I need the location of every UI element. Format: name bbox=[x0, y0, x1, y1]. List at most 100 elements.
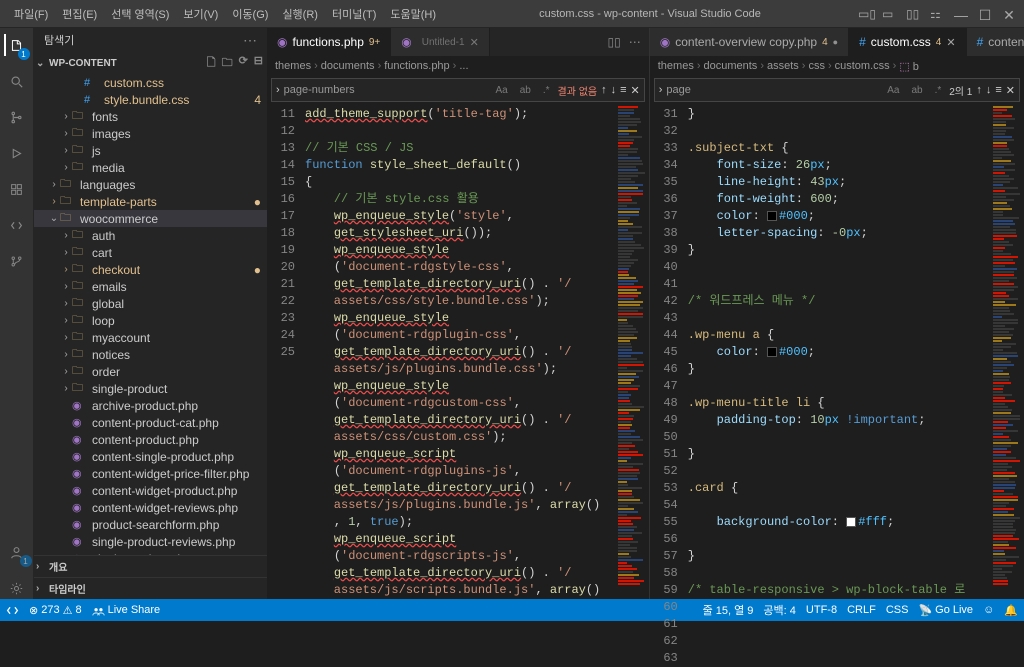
file-item[interactable]: ◉product-searchform.php bbox=[34, 516, 267, 533]
file-item[interactable]: ◉content-widget-product.php bbox=[34, 482, 267, 499]
feedback-icon[interactable]: ☺ bbox=[983, 604, 994, 616]
cursor-position[interactable]: 줄 15, 열 9 bbox=[703, 602, 754, 618]
breadcrumb-item[interactable]: assets bbox=[767, 60, 799, 72]
run-tab-icon[interactable] bbox=[6, 142, 28, 164]
folder-item[interactable]: ›🗀js bbox=[34, 142, 267, 159]
minimap-left[interactable] bbox=[617, 104, 649, 599]
whole-word-icon[interactable]: ab bbox=[907, 83, 926, 98]
customize-icon[interactable]: ⚏ bbox=[930, 7, 944, 21]
code-editor-left[interactable]: 111213141516171819202122232425 add_theme… bbox=[267, 104, 649, 599]
file-item[interactable]: #custom.css bbox=[34, 74, 267, 91]
more-actions-icon[interactable]: ⋯ bbox=[629, 35, 641, 49]
whole-word-icon[interactable]: ab bbox=[516, 83, 535, 98]
liveshare-indicator[interactable]: Live Share bbox=[92, 604, 161, 617]
chevron-right-icon[interactable]: › bbox=[659, 84, 663, 96]
file-item[interactable]: ◉content-widget-price-filter.php bbox=[34, 465, 267, 482]
folder-item[interactable]: ›🗀order bbox=[34, 363, 267, 380]
folder-item[interactable]: ›🗀images bbox=[34, 125, 267, 142]
remote-tab-icon[interactable] bbox=[6, 214, 28, 236]
minimize-button[interactable]: — bbox=[954, 7, 968, 21]
menu-item[interactable]: 보기(V) bbox=[177, 4, 224, 24]
find-input[interactable]: page-numbers bbox=[284, 84, 488, 96]
breadcrumb-item[interactable]: custom.css bbox=[835, 60, 890, 72]
folder-item[interactable]: ›🗀template-parts● bbox=[34, 193, 267, 210]
find-widget-left[interactable]: › page-numbers Aa ab .* 결과 없음 ↑ ↓ ≡ ✕ bbox=[271, 78, 645, 102]
notifications-icon[interactable]: 🔔 bbox=[1004, 604, 1018, 617]
indentation[interactable]: 공백: 4 bbox=[763, 602, 795, 618]
regex-icon[interactable]: .* bbox=[539, 83, 554, 98]
collapse-all-icon[interactable]: ⊟ bbox=[254, 54, 263, 73]
folder-item[interactable]: ›🗀emails bbox=[34, 278, 267, 295]
language-mode[interactable]: CSS bbox=[886, 604, 909, 616]
menu-item[interactable]: 터미널(T) bbox=[326, 4, 382, 24]
go-live[interactable]: 📡 Go Live bbox=[918, 604, 973, 617]
explorer-section-header[interactable]: ⌄ WP-CONTENT 🗋 🗀 ⟳ ⊟ bbox=[34, 52, 267, 74]
match-case-icon[interactable]: Aa bbox=[883, 83, 903, 98]
menu-item[interactable]: 실행(R) bbox=[276, 4, 324, 24]
new-folder-icon[interactable]: 🗀 bbox=[222, 54, 233, 73]
match-case-icon[interactable]: Aa bbox=[491, 83, 511, 98]
code-content-right[interactable]: } .subject-txt { font-size: 26px; line-h… bbox=[688, 104, 992, 599]
close-find-icon[interactable]: ✕ bbox=[631, 84, 640, 97]
sidebar-more-icon[interactable]: ⋯ bbox=[243, 32, 257, 49]
folder-item[interactable]: ›🗀notices bbox=[34, 346, 267, 363]
menu-item[interactable]: 이동(G) bbox=[226, 4, 274, 24]
chevron-right-icon[interactable]: › bbox=[276, 84, 280, 96]
regex-icon[interactable]: .* bbox=[931, 83, 946, 98]
folder-item[interactable]: ›🗀media bbox=[34, 159, 267, 176]
find-selection-icon[interactable]: ≡ bbox=[620, 84, 626, 96]
sidebar-right-icon[interactable]: ▯▯ bbox=[906, 7, 920, 21]
outline-section[interactable]: ›개요 bbox=[34, 555, 267, 577]
refresh-icon[interactable]: ⟳ bbox=[239, 54, 248, 73]
encoding[interactable]: UTF-8 bbox=[806, 604, 837, 616]
prev-match-icon[interactable]: ↑ bbox=[976, 84, 982, 96]
folder-item[interactable]: ›🗀languages bbox=[34, 176, 267, 193]
menu-item[interactable]: 편집(E) bbox=[56, 4, 103, 24]
menu-item[interactable]: 파일(F) bbox=[8, 4, 54, 24]
breadcrumb-item[interactable]: css bbox=[808, 60, 825, 72]
account-icon[interactable] bbox=[6, 541, 28, 563]
panel-icon[interactable]: ▭ bbox=[882, 7, 896, 21]
file-item[interactable]: #style.bundle.css4 bbox=[34, 91, 267, 108]
find-selection-icon[interactable]: ≡ bbox=[995, 84, 1001, 96]
settings-gear-icon[interactable] bbox=[6, 577, 28, 599]
new-file-icon[interactable]: 🗋 bbox=[207, 54, 216, 73]
timeline-section[interactable]: ›타임라인 bbox=[34, 577, 267, 599]
file-item[interactable]: ◉content-product-cat.php bbox=[34, 414, 267, 431]
git-branch-tab-icon[interactable] bbox=[6, 250, 28, 272]
file-tree[interactable]: #custom.css#style.bundle.css4›🗀fonts›🗀im… bbox=[34, 74, 267, 555]
folder-item[interactable]: ›🗀checkout● bbox=[34, 261, 267, 278]
menu-item[interactable]: 선택 영역(S) bbox=[105, 4, 175, 24]
find-input[interactable]: page bbox=[666, 84, 879, 96]
explorer-tab-icon[interactable] bbox=[4, 34, 26, 56]
breadcrumb-item[interactable]: functions.php bbox=[384, 60, 449, 72]
editor-tab[interactable]: #conten● bbox=[967, 28, 1024, 56]
extensions-tab-icon[interactable] bbox=[6, 178, 28, 200]
source-control-tab-icon[interactable] bbox=[6, 106, 28, 128]
close-tab-icon[interactable]: ✕ bbox=[946, 36, 955, 49]
file-item[interactable]: ◉content-widget-reviews.php bbox=[34, 499, 267, 516]
folder-item[interactable]: ⌄🗀woocommerce bbox=[34, 210, 267, 227]
file-item[interactable]: ◉single-product-reviews.php bbox=[34, 533, 267, 550]
file-item[interactable]: ◉content-single-product.php bbox=[34, 448, 267, 465]
search-tab-icon[interactable] bbox=[6, 70, 28, 92]
close-tab-icon[interactable]: ✕ bbox=[470, 36, 479, 49]
folder-item[interactable]: ›🗀single-product bbox=[34, 380, 267, 397]
editor-tab[interactable]: ◉content-overview copy.php4● bbox=[650, 28, 849, 56]
prev-match-icon[interactable]: ↑ bbox=[601, 84, 607, 96]
editor-tab[interactable]: ◉functions.php9+ bbox=[267, 28, 391, 56]
eol[interactable]: CRLF bbox=[847, 604, 876, 616]
breadcrumb-item[interactable]: themes bbox=[658, 60, 694, 72]
split-editor-icon[interactable]: ▯▯ bbox=[608, 35, 621, 49]
folder-item[interactable]: ›🗀auth bbox=[34, 227, 267, 244]
problems-indicator[interactable]: ⊗273 ⚠8 bbox=[29, 604, 82, 617]
breadcrumb-item[interactable]: ⬚ b bbox=[899, 60, 919, 73]
folder-item[interactable]: ›🗀cart bbox=[34, 244, 267, 261]
breadcrumb-item[interactable]: documents bbox=[704, 60, 758, 72]
close-button[interactable]: ✕ bbox=[1002, 7, 1016, 21]
code-editor-right[interactable]: 3132333435363738394041424344454647484950… bbox=[650, 104, 1024, 599]
folder-item[interactable]: ›🗀myaccount bbox=[34, 329, 267, 346]
close-find-icon[interactable]: ✕ bbox=[1006, 84, 1015, 97]
menu-item[interactable]: 도움말(H) bbox=[384, 4, 442, 24]
breadcrumb-item[interactable]: ... bbox=[459, 60, 468, 72]
